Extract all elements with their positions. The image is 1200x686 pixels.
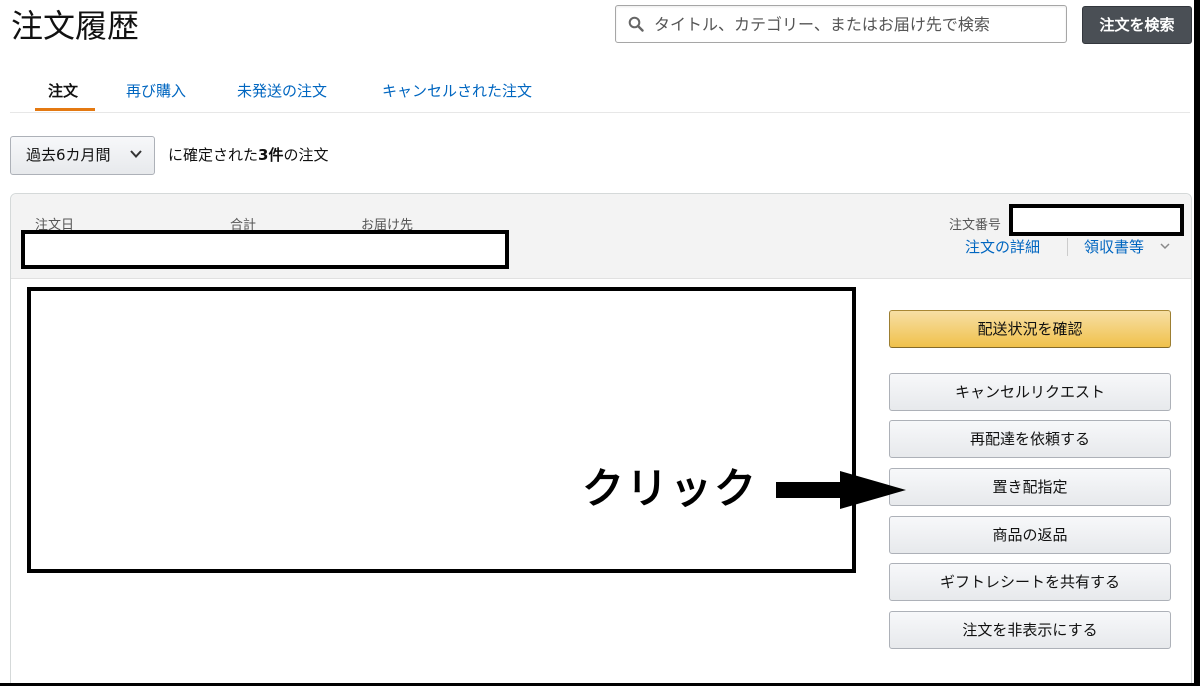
search-input[interactable] [654, 6, 1059, 42]
order-header: 注文日 合計 お届け先 注文番号 注文の詳細 領収書等 [11, 194, 1191, 279]
time-range-select[interactable]: 過去6カ月間 [10, 136, 155, 175]
request-redelivery-button[interactable]: 再配達を依頼する [889, 420, 1171, 458]
track-package-button[interactable]: 配送状況を確認 [889, 310, 1171, 348]
chevron-down-icon[interactable] [1160, 242, 1170, 250]
cancel-request-button[interactable]: キャンセルリクエスト [889, 373, 1171, 411]
tab-not-shipped[interactable]: 未発送の注文 [237, 80, 327, 101]
order-number-label: 注文番号 [949, 218, 1002, 233]
chevron-down-icon [130, 150, 142, 158]
order-summary: に確定された3件の注文 [168, 146, 329, 164]
search-box[interactable] [615, 5, 1067, 43]
archive-order-button[interactable]: 注文を非表示にする [889, 611, 1171, 649]
link-divider [1067, 238, 1068, 256]
order-card: 注文日 合計 お届け先 注文番号 注文の詳細 領収書等 配送状況を確認 キャンセ… [10, 193, 1192, 686]
redacted-order-info [21, 230, 509, 269]
tab-buy-again[interactable]: 再び購入 [126, 80, 186, 101]
search-button[interactable]: 注文を検索 [1082, 6, 1192, 44]
search-icon [628, 16, 644, 32]
delivery-location-button[interactable]: 置き配指定 [889, 468, 1171, 506]
redacted-order-number [1009, 204, 1184, 236]
tab-bar: 注文 再び購入 未発送の注文 キャンセルされた注文 [10, 66, 1190, 113]
screenshot-frame-right [1194, 0, 1200, 686]
arrow-right-icon [776, 471, 906, 509]
time-range-value: 過去6カ月間 [26, 146, 111, 164]
share-gift-receipt-button[interactable]: ギフトレシートを共有する [889, 563, 1171, 601]
return-items-button[interactable]: 商品の返品 [889, 516, 1171, 554]
tab-orders[interactable]: 注文 [48, 80, 78, 101]
page-title: 注文履歴 [11, 7, 140, 45]
active-tab-indicator [35, 108, 95, 111]
tab-cancelled[interactable]: キャンセルされた注文 [382, 80, 532, 101]
click-callout: クリック [582, 464, 759, 513]
receipt-link[interactable]: 領収書等 [1084, 236, 1144, 257]
redacted-item-details [27, 287, 856, 573]
order-details-link[interactable]: 注文の詳細 [965, 236, 1040, 257]
